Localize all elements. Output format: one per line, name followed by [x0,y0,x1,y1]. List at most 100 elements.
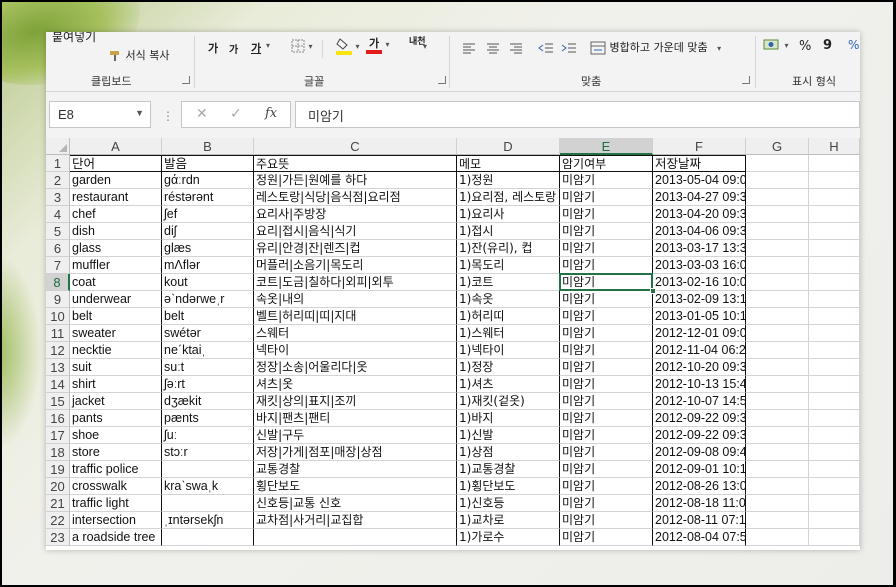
row-header[interactable]: 16 [46,410,70,427]
clipboard-launcher-icon[interactable] [182,76,190,84]
comma-button[interactable]: 9 [823,38,832,53]
row-header[interactable]: 17 [46,427,70,444]
merge-center-button[interactable]: 병합하고 가운데 맞춤 ▾ [590,39,721,55]
table-cell[interactable]: garden [70,172,162,189]
table-cell[interactable]: 미암기 [560,444,653,461]
table-cell[interactable]: 미암기 [560,240,653,257]
table-cell[interactable] [746,495,809,512]
row-header[interactable]: 18 [46,444,70,461]
table-cell[interactable]: pænts [162,410,254,427]
table-cell[interactable]: a roadside tree [70,529,162,546]
table-cell[interactable]: 1)목도리 [457,257,560,274]
table-cell[interactable]: 1)잔(유리), 컵 [457,240,560,257]
header-cell[interactable]: 저장날짜 [653,155,746,172]
table-cell[interactable]: belt [70,308,162,325]
row-header[interactable]: 14 [46,376,70,393]
table-cell[interactable]: 미암기 [560,206,653,223]
table-cell[interactable]: muffler [70,257,162,274]
table-cell[interactable]: 정원|가든|원예를 하다 [254,172,457,189]
row-header[interactable]: 6 [46,240,70,257]
table-cell[interactable]: 머플러|소음기|목도리 [254,257,457,274]
chevron-down-icon[interactable]: ▾ [423,42,427,51]
table-cell[interactable]: 1)요리사 [457,206,560,223]
table-cell[interactable]: 2012-10-07 14:52:17 [653,393,746,410]
table-cell[interactable]: 1)정장 [457,359,560,376]
table-cell[interactable]: 2013-02-16 10:01:47 [653,274,746,291]
table-cell[interactable]: 1)스웨터 [457,325,560,342]
table-cell[interactable]: 1)교차로 [457,512,560,529]
table-cell[interactable]: 1)재킷(겉옷) [457,393,560,410]
row-header[interactable]: 11 [46,325,70,342]
table-cell[interactable] [809,495,860,512]
table-cell[interactable]: 1)바지 [457,410,560,427]
table-cell[interactable]: 미암기 [560,512,653,529]
table-cell[interactable]: 미암기 [560,223,653,240]
table-cell[interactable]: suit [70,359,162,376]
table-cell[interactable]: 미암기 [560,427,653,444]
table-cell[interactable] [809,308,860,325]
increase-decimal-icon[interactable]: % [848,38,859,52]
table-cell[interactable] [746,393,809,410]
table-cell[interactable] [809,291,860,308]
decrease-indent-button[interactable] [538,41,554,54]
table-cell[interactable]: 저장|가게|점포|매장|상점 [254,444,457,461]
table-cell[interactable]: 2012-12-01 09:08:45 [653,325,746,342]
table-cell[interactable] [809,512,860,529]
table-cell[interactable] [809,444,860,461]
shrink-font-button[interactable]: 가 [229,41,238,56]
table-cell[interactable] [746,240,809,257]
more-options-icon[interactable]: ⋮ [162,109,174,123]
table-cell[interactable]: 2013-02-09 13:11:26 [653,291,746,308]
table-cell[interactable]: belt [162,308,254,325]
row-header[interactable]: 19 [46,461,70,478]
row-header[interactable]: 20 [46,478,70,495]
table-cell[interactable]: 1)속옷 [457,291,560,308]
table-cell[interactable]: ˌɪntərsekʃn [162,512,254,529]
table-cell[interactable] [746,444,809,461]
table-cell[interactable]: 2012-09-22 09:39:35 [653,410,746,427]
table-cell[interactable]: kraˋswaˌk [162,478,254,495]
table-cell[interactable]: 2013-05-04 09:07:20 [653,172,746,189]
table-cell[interactable]: kout [162,274,254,291]
column-header-d[interactable]: D [457,138,560,155]
table-cell[interactable] [809,342,860,359]
column-header-c[interactable]: C [254,138,457,155]
table-cell[interactable]: 1)정원 [457,172,560,189]
table-cell[interactable]: 신호등|교통 신호 [254,495,457,512]
fill-color-button[interactable]: ▾ [336,37,360,55]
table-cell[interactable]: 레스토랑|식당|음식점|요리점 [254,189,457,206]
table-cell[interactable]: 미암기 [560,274,653,291]
table-cell[interactable]: 미암기 [560,529,653,546]
align-left-button[interactable] [462,41,476,54]
cancel-icon[interactable]: ✕ [196,106,208,122]
table-cell[interactable]: 1)넥타이 [457,342,560,359]
select-all-button[interactable] [46,138,70,155]
font-color-button[interactable]: 가 ▾ [366,37,390,54]
table-cell[interactable]: 벨트|허리띠|띠|지대 [254,308,457,325]
table-cell[interactable]: 1)요리점, 레스토랑 [457,189,560,206]
table-cell[interactable] [809,410,860,427]
row-header[interactable]: 5 [46,223,70,240]
table-cell[interactable]: réstərənt [162,189,254,206]
row-header[interactable]: 15 [46,393,70,410]
column-header-a[interactable]: A [70,138,162,155]
table-cell[interactable] [809,427,860,444]
alignment-launcher-icon[interactable] [742,76,750,84]
row-header[interactable]: 22 [46,512,70,529]
table-cell[interactable]: 미암기 [560,393,653,410]
table-cell[interactable] [162,461,254,478]
row-header[interactable]: 10 [46,308,70,325]
table-cell[interactable]: 2012-09-22 09:39:07 [653,427,746,444]
table-cell[interactable] [809,393,860,410]
table-cell[interactable]: traffic police [70,461,162,478]
table-cell[interactable]: 미암기 [560,478,653,495]
table-cell[interactable]: əˋndərweˌr [162,291,254,308]
table-cell[interactable] [809,376,860,393]
table-cell[interactable]: 미암기 [560,342,653,359]
table-cell[interactable]: 미암기 [560,189,653,206]
table-cell[interactable]: 1)신호등 [457,495,560,512]
table-cell[interactable]: mΛflər [162,257,254,274]
table-cell[interactable] [809,461,860,478]
table-cell[interactable]: 2012-08-18 11:09:37 [653,495,746,512]
table-cell[interactable]: 2012-08-11 07:19:05 [653,512,746,529]
